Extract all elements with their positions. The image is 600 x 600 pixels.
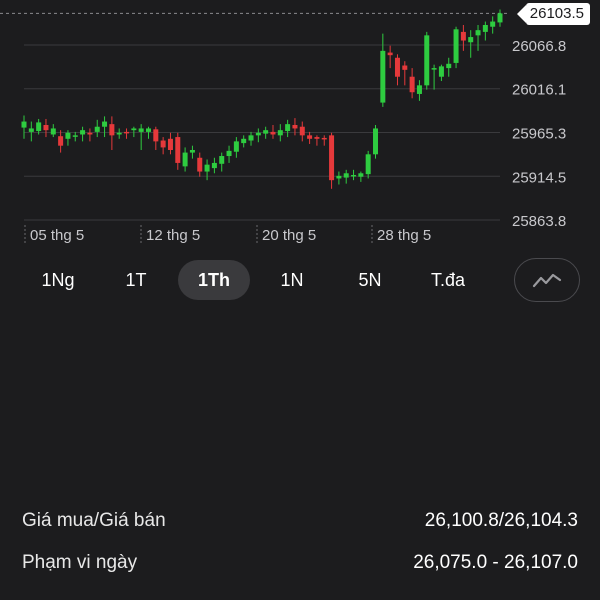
candle-body bbox=[138, 128, 144, 132]
candle-body bbox=[80, 130, 86, 135]
candle-body bbox=[43, 125, 49, 131]
candle-body bbox=[153, 129, 159, 142]
last-price-tag: 26103.5 bbox=[516, 3, 590, 25]
candle-body bbox=[197, 157, 203, 172]
candle-body bbox=[497, 13, 503, 23]
x-tick-label: 12 thg 5 bbox=[146, 227, 200, 244]
candle-body bbox=[58, 136, 64, 146]
y-tick-label: 26016.1 bbox=[512, 82, 566, 99]
candle-body bbox=[460, 31, 466, 41]
chart-type-button[interactable] bbox=[514, 258, 580, 302]
time-range-selector: 1Ng 1T 1Th 1N 5N T.đa bbox=[22, 258, 580, 302]
y-tick-label: 25863.8 bbox=[512, 213, 566, 230]
x-tick-label: 05 thg 5 bbox=[30, 227, 84, 244]
candle-body bbox=[343, 173, 349, 178]
range-tab-1d[interactable]: 1Ng bbox=[22, 260, 94, 300]
candle-body bbox=[204, 164, 210, 172]
range-tab-max[interactable]: T.đa bbox=[412, 260, 484, 300]
candle-body bbox=[431, 68, 437, 70]
candle-body bbox=[351, 175, 357, 177]
price-chart[interactable]: 26066.8 26016.1 25965.3 25914.5 25863.8 05 th… bbox=[0, 0, 600, 250]
candle-body bbox=[292, 125, 298, 129]
candle-body bbox=[321, 137, 327, 140]
candle-body bbox=[424, 35, 430, 86]
candle-body bbox=[72, 135, 78, 137]
candle-body bbox=[416, 85, 422, 94]
candle-body bbox=[116, 132, 122, 135]
candle-body bbox=[21, 121, 27, 128]
candle-body bbox=[124, 131, 130, 134]
candle-body bbox=[248, 135, 254, 141]
candle-body bbox=[226, 150, 232, 157]
candle-body bbox=[438, 66, 444, 77]
candle-body bbox=[65, 132, 71, 139]
candle-body bbox=[365, 154, 371, 175]
candle-body bbox=[468, 37, 474, 43]
candle-body bbox=[373, 128, 379, 155]
candle-body bbox=[167, 138, 173, 150]
candle-body bbox=[219, 156, 225, 164]
stat-label: Giá mua/Giá bán bbox=[22, 510, 166, 531]
quote-stats: Giá mua/Giá bán 26,100.8/26,104.3 Phạm v… bbox=[22, 500, 578, 584]
y-tick-label: 25965.3 bbox=[512, 126, 566, 143]
candle-body bbox=[277, 130, 283, 136]
candle-body bbox=[314, 137, 320, 139]
candle-body bbox=[233, 141, 239, 152]
candle-body bbox=[380, 50, 386, 103]
candle-body bbox=[285, 124, 291, 132]
range-tab-1m[interactable]: 1Th bbox=[178, 260, 250, 300]
candle-body bbox=[402, 65, 408, 70]
stat-row-day-range: Phạm vi ngày 26,075.0 - 26,107.0 bbox=[22, 542, 578, 584]
candle-body bbox=[299, 126, 305, 136]
candlestick-chart-svg[interactable]: 26066.8 26016.1 25965.3 25914.5 25863.8 05 th… bbox=[0, 0, 600, 250]
candle-body bbox=[263, 130, 269, 134]
stat-row-bid-ask: Giá mua/Giá bán 26,100.8/26,104.3 bbox=[22, 500, 578, 542]
candle-body bbox=[241, 138, 247, 144]
candle-body bbox=[482, 25, 488, 32]
candle-body bbox=[102, 121, 108, 127]
candle-body bbox=[270, 131, 276, 135]
candle-body bbox=[358, 173, 364, 177]
candle-body bbox=[446, 63, 452, 69]
candle-body bbox=[94, 126, 100, 132]
x-tick-label: 28 thg 5 bbox=[377, 227, 431, 244]
candle-body bbox=[490, 21, 496, 27]
candle-body bbox=[329, 135, 335, 181]
candle-body bbox=[255, 132, 261, 136]
stat-label: Phạm vi ngày bbox=[22, 552, 138, 573]
candle-body bbox=[36, 122, 42, 132]
line-chart-icon bbox=[532, 273, 562, 288]
candle-body bbox=[475, 30, 481, 36]
candle-body bbox=[50, 128, 56, 135]
candle-body bbox=[387, 52, 393, 56]
candle-body bbox=[189, 150, 195, 153]
x-tick-label: 20 thg 5 bbox=[262, 227, 316, 244]
candle-body bbox=[87, 132, 93, 135]
range-tab-1w[interactable]: 1T bbox=[100, 260, 172, 300]
candle-body bbox=[109, 124, 115, 136]
candle-body bbox=[131, 128, 137, 131]
candle-body bbox=[409, 76, 415, 93]
candle-body bbox=[394, 57, 400, 77]
y-tick-label: 26066.8 bbox=[512, 38, 566, 55]
candle-body bbox=[145, 128, 151, 132]
candle-body bbox=[182, 152, 188, 167]
stat-value: 26,100.8/26,104.3 bbox=[424, 510, 578, 531]
candle-body bbox=[211, 162, 217, 169]
candle-body bbox=[336, 175, 342, 179]
candle-body bbox=[453, 29, 459, 63]
range-tab-5y[interactable]: 5N bbox=[334, 260, 406, 300]
candle-body bbox=[175, 137, 181, 163]
candle-body bbox=[160, 140, 166, 148]
y-tick-label: 25914.5 bbox=[512, 169, 566, 186]
candle-body bbox=[307, 135, 313, 139]
stat-value: 26,075.0 - 26,107.0 bbox=[413, 552, 578, 573]
candle-body bbox=[28, 128, 34, 132]
range-tab-1y[interactable]: 1N bbox=[256, 260, 328, 300]
